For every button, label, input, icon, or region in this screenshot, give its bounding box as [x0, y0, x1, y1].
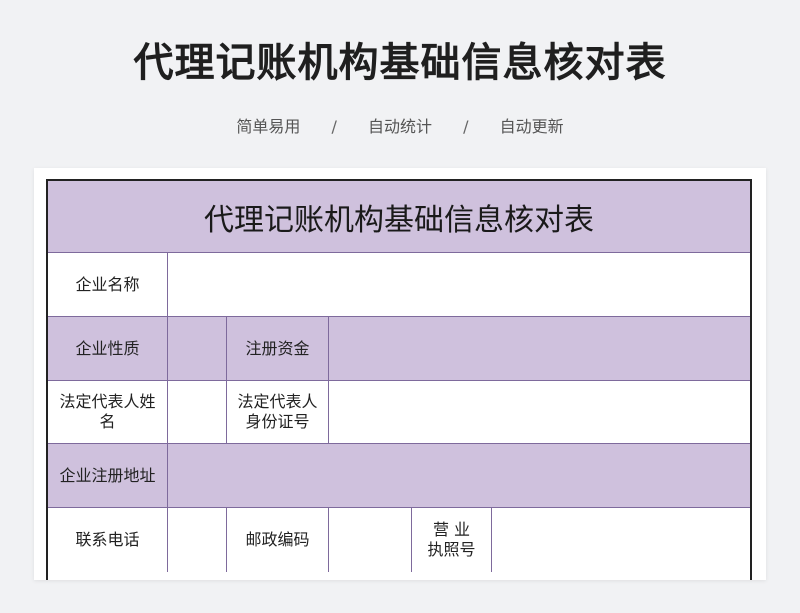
legal-rep-name-input[interactable]	[168, 381, 227, 443]
preview-card: 代理记账机构基础信息核对表 企业名称 企业性质 注册资金 法定代表人姓名 法定代…	[34, 168, 766, 580]
phone-label: 联系电话	[48, 508, 168, 572]
legal-rep-name-label: 法定代表人姓名	[48, 381, 168, 443]
table-row: 联系电话 邮政编码 营 业 执照号	[48, 508, 750, 572]
tag-auto-update: 自动更新	[499, 117, 564, 136]
company-name-label: 企业名称	[48, 253, 168, 316]
phone-input[interactable]	[168, 508, 227, 572]
registered-address-label: 企业注册地址	[48, 444, 168, 507]
business-license-label-line2: 执照号	[427, 540, 476, 559]
legal-rep-id-input[interactable]	[329, 381, 750, 443]
business-license-input[interactable]	[492, 508, 750, 572]
company-nature-label: 企业性质	[48, 317, 168, 380]
registered-address-input[interactable]	[168, 444, 750, 507]
tag-separator: /	[463, 117, 469, 136]
company-nature-input[interactable]	[168, 317, 227, 380]
legal-rep-id-label: 法定代表人身份证号	[227, 381, 329, 443]
table-row: 企业名称	[48, 253, 750, 317]
table-row: 企业性质 注册资金	[48, 317, 750, 381]
tag-separator: /	[331, 117, 337, 136]
business-license-label-line1: 营 业	[432, 520, 471, 539]
spreadsheet-form: 代理记账机构基础信息核对表 企业名称 企业性质 注册资金 法定代表人姓名 法定代…	[46, 179, 752, 580]
tag-auto-stats: 自动统计	[367, 117, 432, 136]
postal-code-input[interactable]	[329, 508, 412, 572]
table-row: 企业注册地址	[48, 444, 750, 508]
page-title: 代理记账机构基础信息核对表	[133, 40, 667, 86]
postal-code-label: 邮政编码	[227, 508, 329, 572]
sheet-title: 代理记账机构基础信息核对表	[48, 181, 750, 253]
feature-tags: 简单易用 / 自动统计 / 自动更新	[0, 113, 800, 137]
tag-easy: 简单易用	[236, 117, 301, 136]
registered-capital-label: 注册资金	[227, 317, 329, 380]
table-row: 法定代表人姓名 法定代表人身份证号	[48, 381, 750, 444]
business-license-label: 营 业 执照号	[412, 508, 492, 572]
company-name-input[interactable]	[168, 253, 750, 316]
registered-capital-input[interactable]	[329, 317, 750, 380]
